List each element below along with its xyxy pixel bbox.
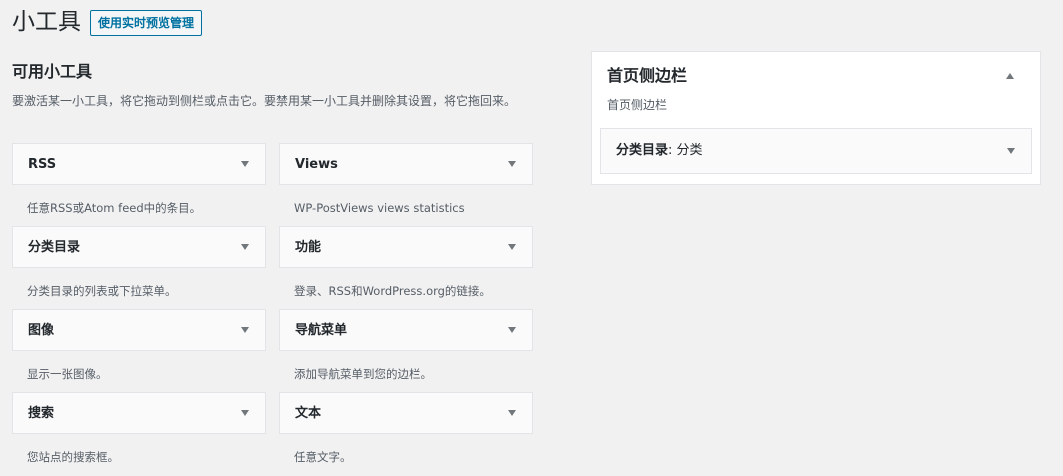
widget-text[interactable]: 文本 [279,392,533,434]
available-widgets-heading: 可用小工具 [12,62,93,81]
widget-title: Views [295,157,338,172]
widget-nav-menu[interactable]: 导航菜单 [279,309,533,351]
chevron-up-icon[interactable] [1006,73,1014,79]
chevron-down-icon[interactable] [241,410,249,416]
sidebar-widget-name: 分类目录 [616,143,669,158]
widget-rss[interactable]: RSS [12,143,266,185]
chevron-down-icon[interactable] [508,244,516,250]
widget-description: 添加导航菜单到您的边栏。 [294,367,432,381]
chevron-down-icon[interactable] [1007,148,1015,154]
live-preview-manage-button[interactable]: 使用实时预览管理 [90,10,203,36]
chevron-down-icon[interactable] [241,327,249,333]
chevron-down-icon[interactable] [508,410,516,416]
chevron-down-icon[interactable] [508,161,516,167]
widget-meta[interactable]: 功能 [279,226,533,268]
sidebar-title[interactable]: 首页侧边栏 [607,64,687,88]
widget-title: 功能 [295,240,322,255]
widget-description: 登录、RSS和WordPress.org的链接。 [294,284,491,298]
widget-description: WP-PostViews views statistics [294,201,465,215]
widget-description: 显示一张图像。 [27,367,108,381]
sidebar-widget-categories[interactable]: 分类目录: 分类 [600,128,1032,174]
widget-title: 导航菜单 [295,323,348,338]
widget-description: 任意文字。 [294,450,352,464]
widget-description: 任意RSS或Atom feed中的条目。 [27,201,202,215]
chevron-down-icon[interactable] [241,161,249,167]
widget-search[interactable]: 搜索 [12,392,266,434]
widget-title: 文本 [295,406,322,421]
widget-views[interactable]: Views [279,143,533,185]
widget-title: 分类目录 [28,240,81,255]
sidebar-widget-instance-title: : 分类 [668,143,703,158]
widget-categories[interactable]: 分类目录 [12,226,266,268]
sidebar-widget-title: 分类目录: 分类 [616,129,703,173]
chevron-down-icon[interactable] [508,327,516,333]
widget-title: 搜索 [28,406,55,421]
chevron-down-icon[interactable] [241,244,249,250]
available-widgets-description: 要激活某一小工具，将它拖动到侧栏或点击它。要禁用某一小工具并删除其设置，将它拖回… [12,94,517,108]
sidebar-description: 首页侧边栏 [607,98,668,112]
homepage-sidebar: 首页侧边栏 首页侧边栏 分类目录: 分类 [591,51,1041,185]
widget-description: 您站点的搜索框。 [27,450,119,464]
widget-title: 图像 [28,323,55,338]
widget-title: RSS [28,157,57,172]
widget-image[interactable]: 图像 [12,309,266,351]
page-title: 小工具 [12,9,81,35]
widget-description: 分类目录的列表或下拉菜单。 [27,284,177,298]
